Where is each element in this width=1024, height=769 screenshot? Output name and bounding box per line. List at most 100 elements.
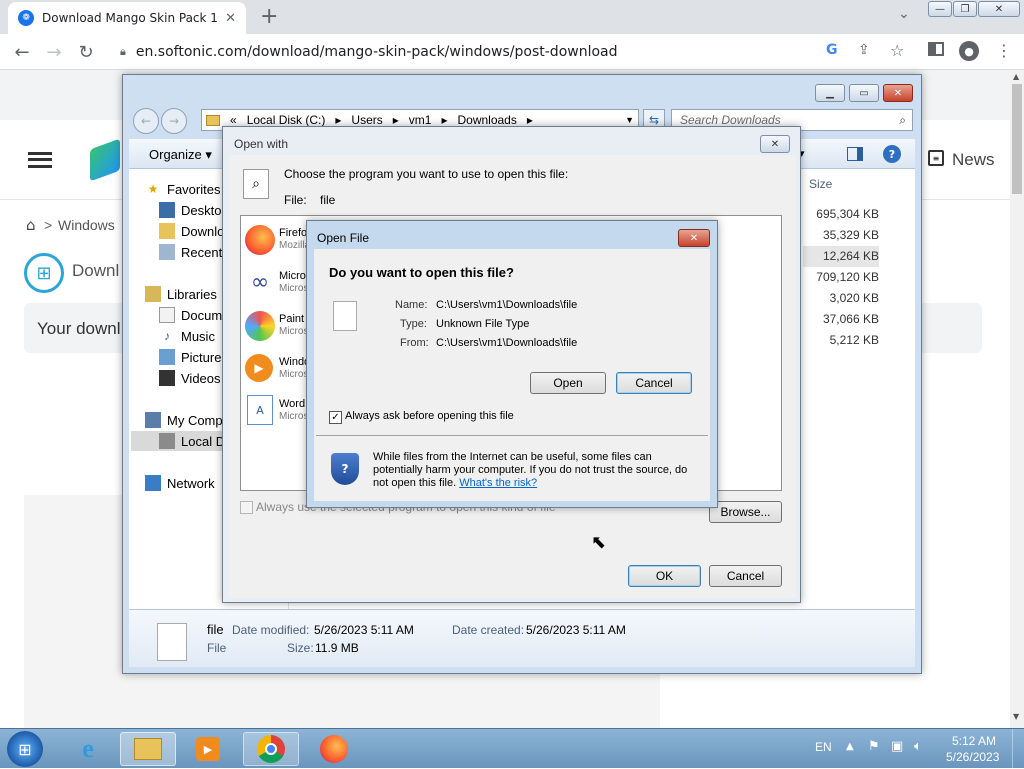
nav-videos[interactable]: Videos [159,368,221,388]
nav-music[interactable]: ♪ Music [159,326,215,346]
chrome-icon [257,735,285,763]
clock-date[interactable]: 5/26/2023 [946,750,999,764]
tab-close-icon[interactable]: ✕ [225,11,236,26]
open-button[interactable]: Open [530,372,606,394]
path-seg[interactable]: Users [351,113,382,127]
browser-tab[interactable]: ❁ Download Mango Skin Pack 1.0 ✕ [8,2,246,34]
type-value: Unknown File Type [436,318,530,330]
start-button[interactable]: ⊞ [7,731,43,767]
taskbar-explorer-button[interactable] [120,732,176,766]
show-hidden-icons[interactable]: ▲ [846,741,854,752]
taskbar-media-player-button[interactable]: ▶ [180,732,236,766]
libraries-icon [145,286,161,302]
paint-icon [245,311,275,341]
chrome-menu-icon[interactable]: ⋮ [996,41,1012,60]
explorer-close-button[interactable]: ✕ [883,84,913,102]
always-ask-label: Always ask before opening this file [345,410,514,422]
size-column: 695,304 KB 35,329 KB 12,264 KB 709,120 K… [803,204,879,351]
always-use-checkbox[interactable] [240,501,253,514]
news-link[interactable]: News [952,150,995,170]
path-seg[interactable]: Downloads [457,113,516,127]
side-panel-icon[interactable] [928,42,944,56]
browse-button[interactable]: Browse... [709,501,782,523]
back-arrow-icon[interactable]: ← [8,38,36,66]
share-icon[interactable]: ⇪ [858,42,870,58]
bookmark-star-icon[interactable]: ☆ [890,41,904,60]
flag-icon[interactable]: ⚑ [868,739,880,754]
mouse-cursor-icon: ⬉ [591,532,607,553]
taskbar-ie-button[interactable]: e [60,732,116,766]
firefox-icon [245,225,275,255]
search-icon: ⌕ [899,112,906,127]
scroll-thumb[interactable] [1012,84,1022,194]
explorer-minimize-button[interactable]: ▁ [815,84,845,102]
size-cell: 5,212 KB [829,333,879,347]
preview-pane-icon[interactable] [847,147,863,161]
choose-program-text: Choose the program you want to use to op… [284,167,569,181]
news-icon: ≡ [928,150,944,166]
nav-pictures[interactable]: Pictures [159,347,228,367]
close-icon: ✕ [893,87,903,99]
always-ask-checkbox[interactable]: ✓ [329,411,342,424]
scroll-up-icon[interactable]: ▲ [1013,72,1019,81]
file-label: File: [284,193,307,207]
volume-muted-icon[interactable]: 🔈︎ [914,739,922,754]
path-seg[interactable]: vm1 [409,113,432,127]
path-arrow-icon: ▸ [335,113,342,127]
tab-search-icon[interactable]: ⌄ [898,6,910,22]
whats-the-risk-link[interactable]: What's the risk? [459,477,537,489]
address-bar[interactable]: 🔒︎ en.softonic.com/download/mango-skin-p… [106,38,818,66]
chevron-down-icon[interactable]: ▼ [625,115,634,125]
recent-places-icon [159,244,175,260]
open-file-cancel-button[interactable]: Cancel [616,372,692,394]
organize-button[interactable]: Organize ▾ [149,147,212,163]
browser-minimize-button[interactable]: — [928,1,952,17]
browser-maximize-button[interactable]: ❐ [953,1,977,17]
details-name: file [207,622,224,637]
nav-favorites[interactable]: ★ Favorites [145,179,221,199]
home-icon[interactable]: ⌂ [26,216,36,234]
taskbar-firefox-button[interactable] [306,732,362,766]
reload-icon[interactable]: ↻ [72,38,100,66]
open-file-question: Do you want to open this file? [329,265,514,280]
nav-desktop[interactable]: Desktop [159,200,229,220]
magnifier-file-icon: ⌕ [243,169,269,199]
language-indicator[interactable]: EN [815,740,832,754]
taskbar: ⊞ e ▶ EN ▲ ⚑ ▣ 🔈︎ 5:12 AM 5/26/2023 [0,728,1024,769]
explorer-maximize-button[interactable]: ▭ [849,84,879,102]
browser-close-button[interactable]: ✕ [978,1,1020,17]
lock-icon: 🔒︎ [120,45,126,58]
forward-circle-icon[interactable]: → [161,108,187,134]
program-name[interactable]: Paint [279,313,304,325]
scroll-down-icon[interactable]: ▼ [1013,712,1019,721]
forward-arrow-icon[interactable]: → [40,38,68,66]
created-value: 5/26/2023 5:11 AM [526,623,626,637]
path-seg[interactable]: Local Disk (C:) [247,113,326,127]
separator [316,435,708,436]
search-placeholder: Search Downloads [680,113,781,127]
breadcrumb-windows[interactable]: Windows [58,217,115,233]
new-tab-button[interactable]: + [260,4,278,29]
music-icon: ♪ [164,329,170,343]
open-with-cancel-button[interactable]: Cancel [709,565,782,587]
google-lens-icon[interactable]: G [826,42,838,58]
profile-avatar-icon[interactable]: ● [959,41,979,61]
help-icon[interactable]: ? [883,145,901,163]
shield-warning-icon: ? [331,453,359,485]
taskbar-chrome-button[interactable] [243,732,299,766]
page-scrollbar[interactable]: ▲ ▼ [1010,70,1024,728]
softonic-favicon-icon: ❁ [18,10,34,26]
open-with-ok-button[interactable]: OK [628,565,701,587]
back-circle-icon[interactable]: ← [133,108,159,134]
firefox-icon [320,735,348,763]
show-desktop-button[interactable] [1012,729,1024,769]
size-cell: 695,304 KB [816,207,879,221]
open-with-close-button[interactable]: ✕ [760,135,790,153]
nav-libraries[interactable]: Libraries [145,284,217,304]
nav-network[interactable]: Network [145,473,215,493]
size-column-header[interactable]: Size [809,177,832,191]
open-file-close-button[interactable]: ✕ [678,229,710,247]
browser-tabstrip: ❁ Download Mango Skin Pack 1.0 ✕ + ⌄ — ❐… [0,0,1024,34]
network-tray-icon[interactable]: ▣ [891,739,903,754]
clock-time[interactable]: 5:12 AM [952,734,996,748]
